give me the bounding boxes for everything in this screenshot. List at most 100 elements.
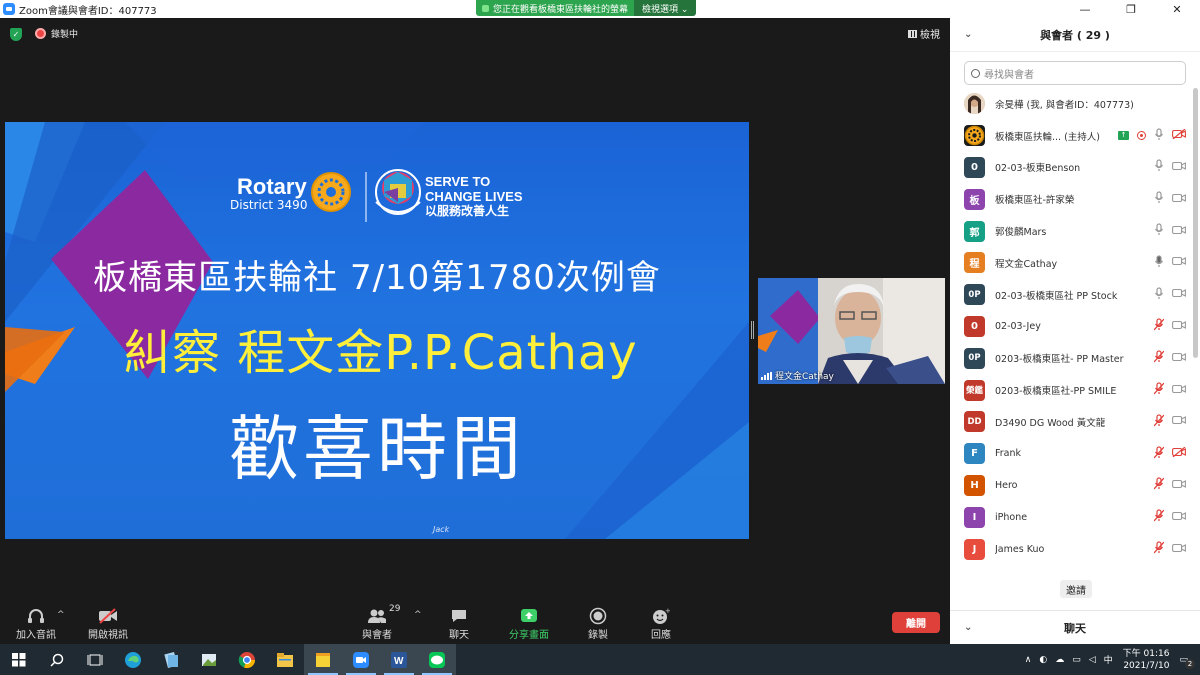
search-placeholder: 尋找與會者 <box>984 69 1034 81</box>
video-icon[interactable] <box>1172 161 1186 174</box>
mic-muted-icon[interactable] <box>1153 477 1165 493</box>
chrome-taskbar-icon[interactable] <box>228 644 266 675</box>
start-button[interactable] <box>0 644 38 675</box>
resize-handle[interactable] <box>751 321 754 339</box>
participant-search-input[interactable]: 尋找與會者 <box>964 61 1186 85</box>
mic-muted-icon[interactable] <box>1153 414 1165 430</box>
participant-row[interactable]: 0 02-03-Jey <box>950 311 1194 343</box>
view-button[interactable]: 檢視 <box>908 26 940 41</box>
view-label: 檢視 <box>920 30 940 41</box>
participant-status-icons <box>1154 255 1186 271</box>
tray-app-icon[interactable]: ◐ <box>1039 655 1047 665</box>
video-icon[interactable] <box>1172 479 1186 492</box>
chat-button[interactable]: 聊天 <box>424 606 494 641</box>
search-taskbar-button[interactable] <box>38 644 76 675</box>
onedrive-icon[interactable]: ☁ <box>1055 655 1064 665</box>
mic-muted-icon[interactable] <box>1153 318 1165 334</box>
participant-avatar <box>964 125 985 147</box>
file-explorer-taskbar-icon[interactable] <box>266 644 304 675</box>
video-icon[interactable] <box>1172 225 1186 238</box>
mic-muted-icon[interactable] <box>1153 541 1165 557</box>
system-clock[interactable]: 下午 01:16 2021/7/10 <box>1123 648 1170 672</box>
collapse-chevron-icon[interactable]: ⌄ <box>964 29 972 40</box>
ime-indicator[interactable]: 中 <box>1104 653 1113 666</box>
participant-row[interactable]: 0P 0203-板橋東區社- PP Master <box>950 342 1194 374</box>
participant-row[interactable]: DD D3490 DG Wood 黃文龍 <box>950 406 1194 438</box>
participant-row[interactable]: J James Kuo <box>950 533 1194 565</box>
participant-row[interactable]: 0P 02-03-板橋東區社 PP Stock <box>950 279 1194 311</box>
network-icon[interactable]: ▭ <box>1072 655 1081 665</box>
mic-icon[interactable] <box>1154 255 1164 271</box>
participant-row[interactable]: 余旻樺 (我, 與會者ID：407773) <box>950 88 1194 120</box>
participants-button[interactable]: 29 與會者 <box>342 604 412 641</box>
clock-date: 2021/7/10 <box>1123 660 1170 671</box>
participant-row[interactable]: 板板橋東區社-許家榮 <box>950 183 1194 215</box>
participant-row[interactable]: 0 02-03-板東Benson <box>950 152 1194 184</box>
tray-expand-chevron-icon[interactable]: ∧ <box>1025 655 1032 665</box>
expand-chevron-icon[interactable]: ⌄ <box>964 622 972 633</box>
sticky-notes-taskbar-icon[interactable] <box>304 644 342 675</box>
recording-indicator[interactable]: 錄製中 <box>35 27 78 40</box>
video-icon[interactable] <box>1172 384 1186 397</box>
audio-options-caret[interactable]: ^ <box>57 610 65 620</box>
reactions-button[interactable]: + 回應 <box>626 606 696 641</box>
participant-row[interactable]: 板橋東區扶輪... (主持人) ↑ <box>950 120 1194 152</box>
participant-row[interactable]: 程程文金Cathay <box>950 247 1194 279</box>
video-off-icon[interactable] <box>1172 446 1186 460</box>
participant-avatar: 程 <box>964 252 985 274</box>
maximize-button[interactable]: ❐ <box>1108 0 1154 18</box>
chat-panel-header[interactable]: ⌄ 聊天 <box>950 610 1200 644</box>
leave-meeting-button[interactable]: 離開 <box>892 612 940 633</box>
view-options-button[interactable]: 檢視選項 ⌄ <box>634 0 697 16</box>
notification-center-icon[interactable]: ▭ 2 <box>1179 655 1195 669</box>
video-icon[interactable] <box>1172 256 1186 269</box>
participants-options-caret[interactable]: ^ <box>414 610 422 620</box>
mic-muted-icon[interactable] <box>1153 350 1165 366</box>
active-speaker-video[interactable]: 程文金Cathay <box>758 278 945 384</box>
participant-row[interactable]: F Frank <box>950 438 1194 470</box>
participant-status-icons <box>1153 414 1186 430</box>
zoom-taskbar-icon[interactable] <box>342 644 380 675</box>
record-button[interactable]: 錄製 <box>563 606 633 641</box>
security-shield-icon[interactable]: ✓ <box>10 28 22 41</box>
mic-muted-icon[interactable] <box>1153 382 1165 398</box>
app-taskbar-icon[interactable] <box>152 644 190 675</box>
participant-avatar: I <box>964 506 985 528</box>
svg-text:W: W <box>394 656 404 667</box>
mic-icon[interactable] <box>1154 159 1164 175</box>
mic-icon[interactable] <box>1154 287 1164 303</box>
system-tray: ∧ ◐ ☁ ▭ ◁ 中 下午 01:16 2021/7/10 ▭ 2 <box>1021 644 1200 675</box>
video-icon[interactable] <box>1172 543 1186 556</box>
slide-sergeant-line: 糾察 程文金P.P.Cathay <box>123 325 638 381</box>
invite-button[interactable]: 邀請 <box>1060 580 1092 598</box>
line-taskbar-icon[interactable] <box>418 644 456 675</box>
participant-avatar: J <box>964 538 985 560</box>
video-icon[interactable] <box>1172 352 1186 365</box>
video-icon[interactable] <box>1172 415 1186 428</box>
word-taskbar-icon[interactable]: W <box>380 644 418 675</box>
video-icon[interactable] <box>1172 511 1186 524</box>
close-button[interactable]: ✕ <box>1154 0 1200 18</box>
participants-panel: ⌄ 與會者 ( 29 ) 尋找與會者 余旻樺 (我, 與會者ID：407773)… <box>950 18 1200 644</box>
mic-icon[interactable] <box>1154 128 1164 144</box>
participant-row[interactable]: 榮鑑 0203-板橋東區社-PP SMILE <box>950 374 1194 406</box>
minimize-button[interactable]: — <box>1062 0 1108 18</box>
task-view-button[interactable] <box>76 644 114 675</box>
mic-icon[interactable] <box>1154 191 1164 207</box>
share-screen-button[interactable]: 分享畫面 <box>494 606 564 641</box>
video-icon[interactable] <box>1172 320 1186 333</box>
start-video-button[interactable]: 開啟視訊 <box>73 606 143 641</box>
video-icon[interactable] <box>1172 193 1186 206</box>
video-off-icon[interactable] <box>1172 128 1186 142</box>
video-icon[interactable] <box>1172 288 1186 301</box>
edge-taskbar-icon[interactable] <box>114 644 152 675</box>
mic-muted-icon[interactable] <box>1153 446 1165 462</box>
participant-row[interactable]: 郭郭俊麟Mars <box>950 215 1194 247</box>
photos-taskbar-icon[interactable] <box>190 644 228 675</box>
speaker-icon[interactable]: ◁ <box>1089 655 1096 665</box>
participant-list-scrollbar[interactable] <box>1193 88 1198 358</box>
mic-muted-icon[interactable] <box>1153 509 1165 525</box>
mic-icon[interactable] <box>1154 223 1164 239</box>
participant-row[interactable]: IiPhone <box>950 501 1194 533</box>
participant-row[interactable]: H Hero <box>950 470 1194 502</box>
